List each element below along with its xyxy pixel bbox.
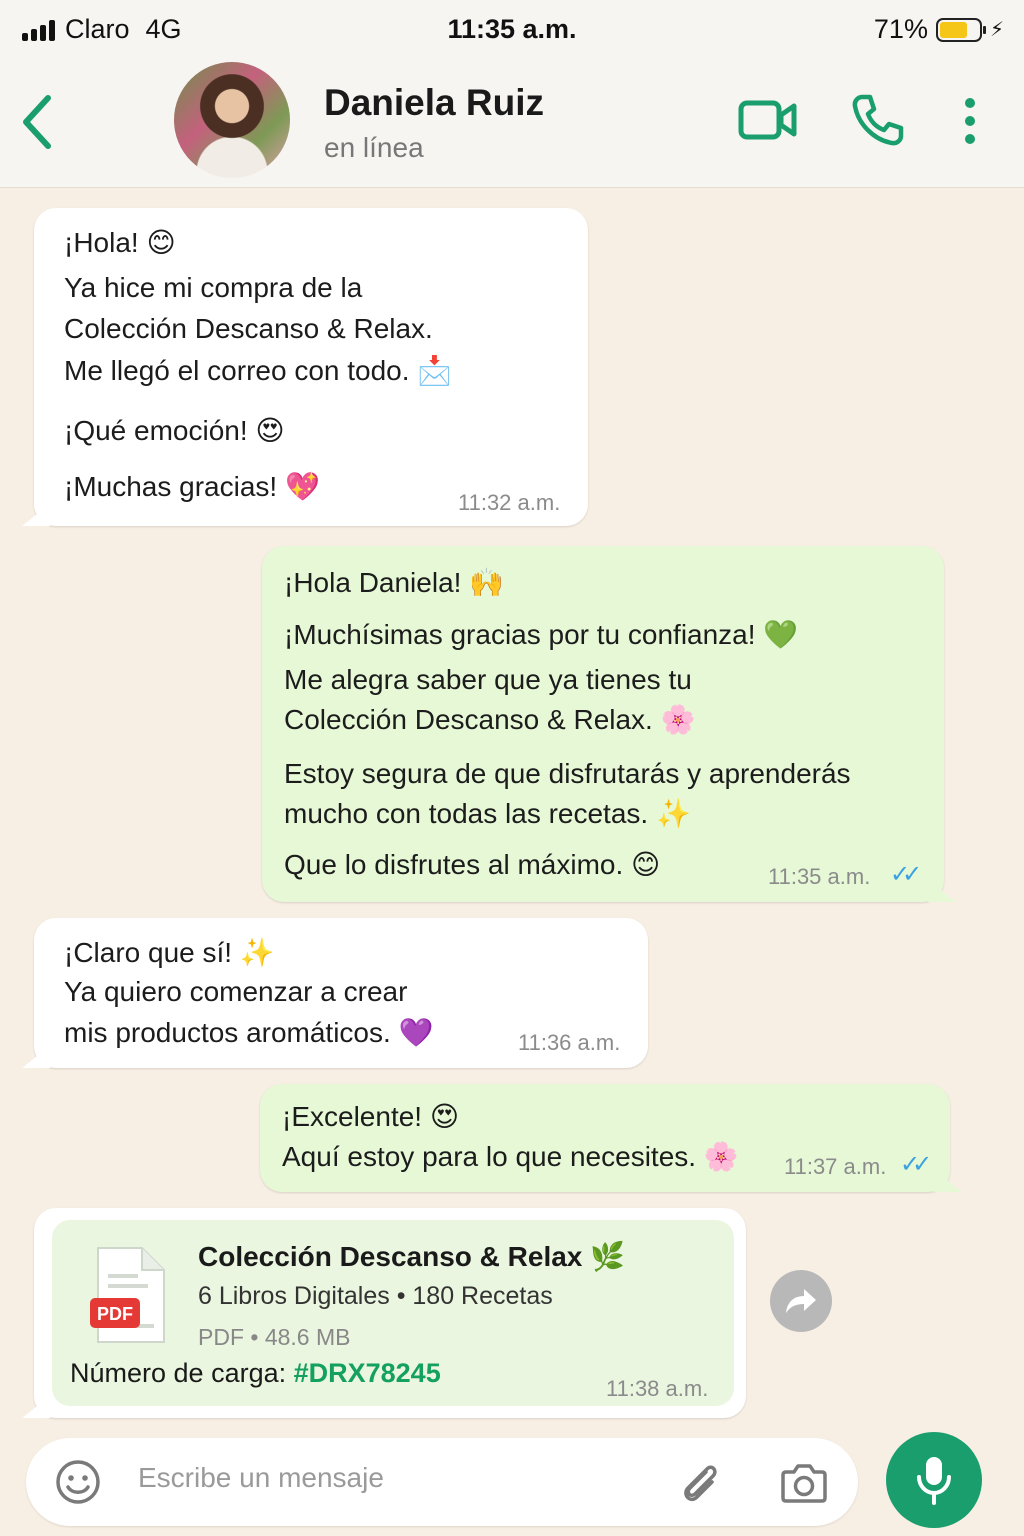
file-title: Colección Descanso & Relax 🌿 (198, 1241, 626, 1272)
read-receipt-icon: ✓✓ (890, 861, 922, 888)
message-line: Me llegó el correo con todo. 📩 (64, 355, 453, 386)
contact-name[interactable]: Daniela Ruiz (324, 82, 544, 124)
file-subtitle: 6 Libros Digitales • 180 Recetas (198, 1282, 553, 1310)
message-input[interactable] (138, 1462, 638, 1494)
message-line: ¡Hola! 😊 (64, 227, 176, 258)
chat-header: Daniela Ruiz en línea (0, 58, 1024, 188)
forward-icon[interactable] (770, 1270, 832, 1332)
message-line: ¡Claro que sí! ✨ (64, 937, 275, 968)
message-line: Me alegra saber que ya tienes tu (284, 664, 692, 695)
message-line: ¡Qué emoción! 😍 (64, 415, 285, 446)
message-line: Estoy segura de que disfrutarás y aprend… (284, 758, 851, 789)
message-time: 11:38 a.m. (606, 1376, 709, 1401)
status-bar: Claro 4G 11:35 a.m. 71% ⚡ (0, 0, 1024, 58)
message-line: Colección Descanso & Relax. (64, 313, 433, 344)
message-line: ¡Excelente! 😍 (282, 1101, 460, 1132)
attach-icon[interactable] (676, 1458, 724, 1511)
carga-number: Número de carga: #DRX78245 (70, 1358, 441, 1389)
charging-icon: ⚡ (989, 19, 1004, 41)
battery-percent: 71% (873, 14, 928, 44)
file-meta: PDF • 48.6 MB (198, 1324, 351, 1350)
read-receipt-icon: ✓✓ (900, 1151, 932, 1178)
message-line: ¡Hola Daniela! 🙌 (284, 567, 505, 598)
message-line: mis productos aromáticos. 💜 (64, 1017, 434, 1048)
chat-area[interactable]: ¡Hola! 😊 Ya hice mi compra de la Colecci… (0, 188, 1024, 1428)
camera-icon[interactable] (780, 1460, 828, 1509)
emoji-icon[interactable] (54, 1458, 102, 1511)
message-incoming[interactable]: ¡Hola! 😊 Ya hice mi compra de la Colecci… (34, 208, 588, 526)
message-outgoing[interactable]: ¡Hola Daniela! 🙌 ¡Muchísimas gracias por… (262, 546, 944, 902)
battery-info: 71% ⚡ (874, 14, 1004, 45)
message-line: mucho con todas las recetas. ✨ (284, 798, 691, 829)
message-line: ¡Muchas gracias! 💖 (64, 471, 320, 502)
message-line: ¡Muchísimas gracias por tu confianza! 💚 (284, 619, 799, 650)
message-incoming[interactable]: ¡Claro que sí! ✨ Ya quiero comenzar a cr… (34, 918, 648, 1068)
back-arrow-icon[interactable] (16, 90, 66, 154)
message-line: Ya hice mi compra de la (64, 272, 363, 303)
video-call-icon[interactable] (738, 98, 798, 147)
carga-code[interactable]: #DRX78245 (294, 1358, 441, 1388)
message-input-bar (0, 1428, 1024, 1536)
status-time: 11:35 a.m. (447, 14, 577, 44)
message-time: 11:37 a.m. (784, 1154, 887, 1179)
message-line: Colección Descanso & Relax. 🌸 (284, 704, 696, 735)
battery-icon (935, 17, 986, 42)
message-outgoing[interactable]: ¡Excelente! 😍 Aquí estoy para lo que nec… (260, 1084, 950, 1192)
carga-label: Número de carga: (70, 1358, 294, 1388)
message-line: Que lo disfrutes al máximo. 😊 (284, 849, 661, 880)
pdf-file-icon: PDF (90, 1244, 170, 1348)
message-time: 11:35 a.m. (768, 864, 871, 889)
message-time: 11:32 a.m. (458, 490, 561, 515)
pdf-badge: PDF (97, 1304, 133, 1324)
file-message[interactable]: PDF Colección Descanso & Relax 🌿 6 Libro… (34, 1208, 746, 1418)
phone-call-icon[interactable] (850, 92, 906, 153)
message-time: 11:36 a.m. (518, 1030, 621, 1055)
message-line: Ya quiero comenzar a crear (64, 976, 408, 1007)
avatar[interactable] (174, 62, 290, 178)
contact-status: en línea (324, 132, 424, 163)
message-line: Aquí estoy para lo que necesites. 🌸 (282, 1141, 739, 1172)
mic-icon[interactable] (886, 1432, 982, 1528)
input-pill[interactable] (26, 1438, 858, 1526)
more-options-icon[interactable] (960, 96, 980, 151)
